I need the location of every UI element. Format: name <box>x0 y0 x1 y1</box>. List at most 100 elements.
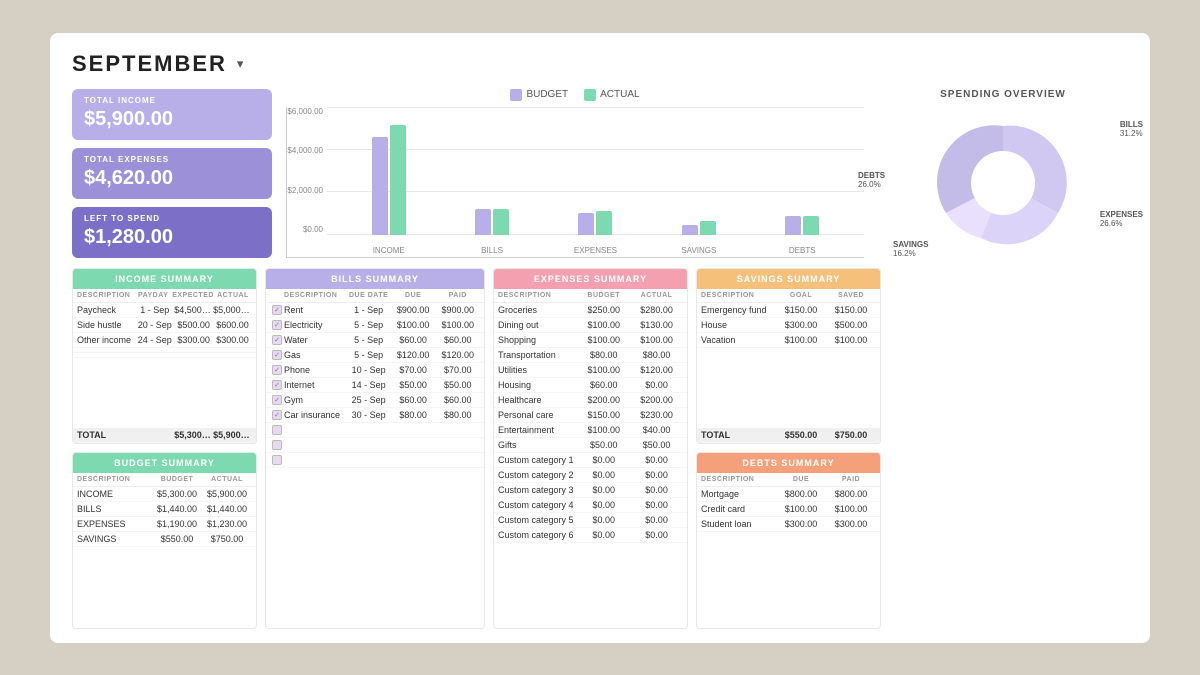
expenses-row-desc: Groceries <box>498 305 577 315</box>
expenses-col-desc: DESCRIPTION <box>498 292 577 299</box>
bills-row-paid: $100.00 <box>435 320 480 330</box>
expenses-row-budget: $100.00 <box>577 365 630 375</box>
income-row: Side hustle 20 - Sep $500.00 $600.00 <box>73 318 256 333</box>
debts-table-body: Mortgage $800.00 $800.00 Credit card $10… <box>697 487 880 628</box>
bills-row-paid: $900.00 <box>435 305 480 315</box>
budget-table-body: INCOME $5,300.00 $5,900.00 BILLS $1,440.… <box>73 487 256 628</box>
check-box[interactable] <box>272 440 282 450</box>
expenses-row: Custom category 2 $0.00 $0.00 <box>494 468 687 483</box>
bills-checkbox[interactable] <box>270 320 284 330</box>
budget-summary-panel: BUDGET SUMMARY DESCRIPTION BUDGET ACTUAL… <box>72 452 257 629</box>
month-title: SEPTEMBER <box>72 51 227 77</box>
bar-group-bills <box>475 209 509 235</box>
bar-pair-expenses <box>578 211 612 235</box>
expenses-row-desc: Housing <box>498 380 577 390</box>
check-box[interactable] <box>272 365 282 375</box>
savings-col-saved: SAVED <box>826 292 876 299</box>
bills-checkbox[interactable] <box>270 380 284 390</box>
debts-row-paid: $800.00 <box>826 489 876 499</box>
income-row-expected: $300.00 <box>174 335 213 345</box>
income-col-desc: DESCRIPTION <box>77 292 134 299</box>
income-value: $5,900.00 <box>84 108 260 131</box>
y-label-0: $0.00 <box>303 225 323 234</box>
expenses-row-actual: $0.00 <box>630 380 683 390</box>
expenses-row-budget: $80.00 <box>577 350 630 360</box>
bills-checkbox[interactable] <box>270 395 284 405</box>
bills-row-duedate: 14 - Sep <box>346 380 391 390</box>
income-row-desc: Other income <box>77 335 135 345</box>
right-col: SAVINGS SUMMARY DESCRIPTION GOAL SAVED E… <box>696 268 881 629</box>
left-col: INCOME SUMMARY DESCRIPTION PAYDAY EXPECT… <box>72 268 257 629</box>
expenses-row-actual: $0.00 <box>630 455 683 465</box>
bills-checkbox[interactable] <box>270 455 284 465</box>
expenses-value: $4,620.00 <box>84 167 260 190</box>
bar-pair-savings <box>682 221 716 235</box>
debts-row-due: $100.00 <box>776 504 826 514</box>
month-dropdown[interactable]: ▾ <box>237 56 244 72</box>
bills-summary-panel: BILLS SUMMARY DESCRIPTION DUE DATE DUE P… <box>265 268 485 629</box>
bills-row-paid: $120.00 <box>435 350 480 360</box>
expenses-row: Personal care $150.00 $230.00 <box>494 408 687 423</box>
expenses-row-actual: $0.00 <box>630 470 683 480</box>
bills-checkbox[interactable] <box>270 425 284 435</box>
income-row-payday: 20 - Sep <box>135 320 174 330</box>
savings-row-saved: $150.00 <box>826 305 876 315</box>
savings-total-saved: $750.00 <box>826 430 876 440</box>
expenses-row-actual: $50.00 <box>630 440 683 450</box>
bars-row <box>327 107 864 235</box>
bar-bills-actual <box>493 209 509 235</box>
bills-checkbox[interactable] <box>270 335 284 345</box>
expenses-row: Gifts $50.00 $50.00 <box>494 438 687 453</box>
debts-summary-header: DEBTS SUMMARY <box>697 453 880 473</box>
bills-checkbox[interactable] <box>270 305 284 315</box>
check-box[interactable] <box>272 350 282 360</box>
budget-row-actual: $5,900.00 <box>202 489 252 499</box>
expenses-row-actual: $80.00 <box>630 350 683 360</box>
chart-legend: BUDGET ACTUAL <box>286 89 864 101</box>
expenses-col-actual: ACTUAL <box>630 292 683 299</box>
bills-row-desc: Gym <box>284 395 346 405</box>
savings-row: Emergency fund $150.00 $150.00 <box>697 303 880 318</box>
bills-row: Car insurance 30 - Sep $80.00 $80.00 <box>266 408 484 423</box>
budget-row-actual: $1,440.00 <box>202 504 252 514</box>
bills-checkbox[interactable] <box>270 350 284 360</box>
bills-row-desc: Rent <box>284 305 346 315</box>
bills-row: Gas 5 - Sep $120.00 $120.00 <box>266 348 484 363</box>
income-col-payday: PAYDAY <box>134 292 172 299</box>
debts-row-desc: Mortgage <box>701 489 776 499</box>
bills-checkbox[interactable] <box>270 410 284 420</box>
bills-row: Phone 10 - Sep $70.00 $70.00 <box>266 363 484 378</box>
bottom-section: INCOME SUMMARY DESCRIPTION PAYDAY EXPECT… <box>72 268 1128 629</box>
check-box[interactable] <box>272 410 282 420</box>
expenses-row-desc: Custom category 5 <box>498 515 577 525</box>
expenses-row-actual: $40.00 <box>630 425 683 435</box>
savings-summary-panel: SAVINGS SUMMARY DESCRIPTION GOAL SAVED E… <box>696 268 881 445</box>
expenses-row-budget: $0.00 <box>577 455 630 465</box>
income-row-payday: 1 - Sep <box>135 305 174 315</box>
bills-row: Internet 14 - Sep $50.00 $50.00 <box>266 378 484 393</box>
expenses-row-desc: Transportation <box>498 350 577 360</box>
check-box[interactable] <box>272 335 282 345</box>
donut-wrapper: DEBTS 26.0% BILLS 31.2% SAVINGS 16.2% EX… <box>913 108 1093 258</box>
bills-checkbox[interactable] <box>270 440 284 450</box>
check-box[interactable] <box>272 425 282 435</box>
expenses-row-actual: $120.00 <box>630 365 683 375</box>
bills-row-duedate: 5 - Sep <box>346 320 391 330</box>
bar-expenses-budget <box>578 213 594 235</box>
expenses-row-actual: $130.00 <box>630 320 683 330</box>
x-labels: INCOME BILLS EXPENSES SAVINGS DEBTS <box>327 246 864 255</box>
budget-row: EXPENSES $1,190.00 $1,230.00 <box>73 517 256 532</box>
bills-checkbox[interactable] <box>270 365 284 375</box>
check-box[interactable] <box>272 380 282 390</box>
bar-group-savings <box>682 221 716 235</box>
bills-row-paid: $70.00 <box>435 365 480 375</box>
bar-pair-debts <box>785 216 819 235</box>
check-box[interactable] <box>272 395 282 405</box>
bills-row-paid: $50.00 <box>435 380 480 390</box>
expenses-row: Custom category 1 $0.00 $0.00 <box>494 453 687 468</box>
check-box[interactable] <box>272 305 282 315</box>
expenses-row-desc: Custom category 1 <box>498 455 577 465</box>
expenses-row-budget: $50.00 <box>577 440 630 450</box>
check-box[interactable] <box>272 455 282 465</box>
check-box[interactable] <box>272 320 282 330</box>
